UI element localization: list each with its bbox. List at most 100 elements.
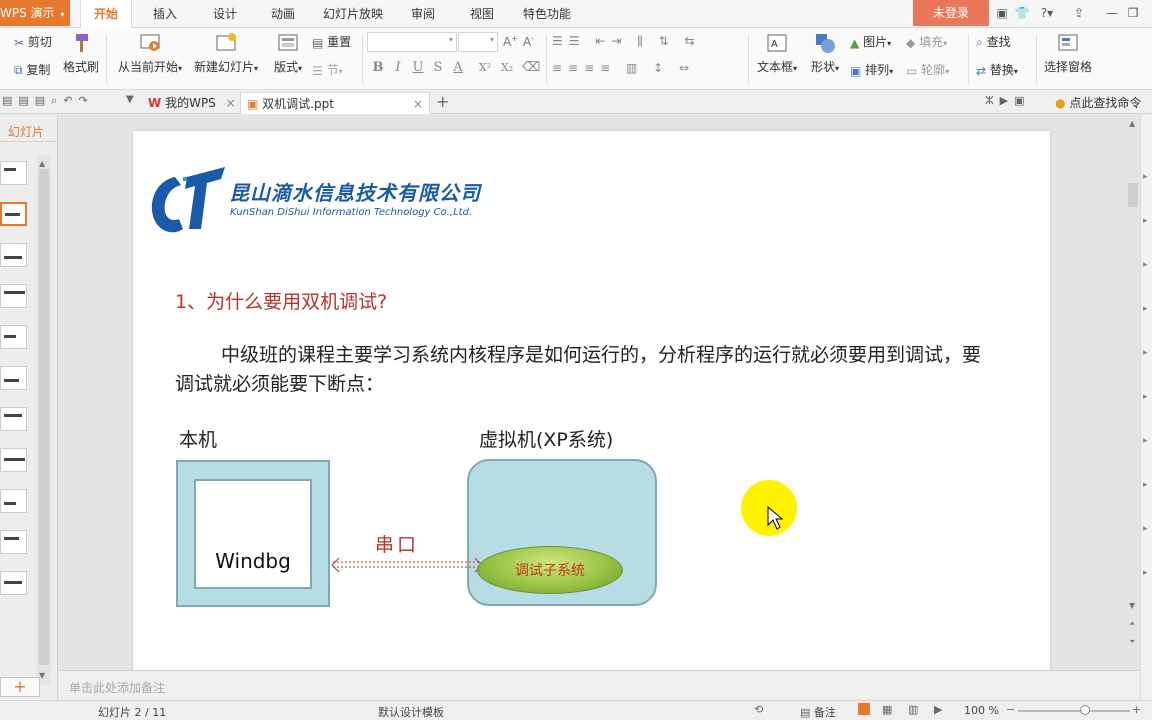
tab-slideshow[interactable]: 幻灯片放映 [320, 0, 386, 28]
slide-thumbnail[interactable] [0, 161, 27, 185]
tab-document[interactable]: ▣ 双机调试.ppt × [240, 92, 430, 114]
restore-icon[interactable]: ❐ [1124, 4, 1142, 22]
section-button[interactable]: ☰ 节▾ [312, 61, 343, 78]
restore-history-icon[interactable]: ⟲ [754, 703, 763, 716]
shirt-icon[interactable]: 👕 [1013, 4, 1031, 22]
close-icon[interactable]: × [226, 96, 236, 110]
format-painter-button[interactable]: 格式刷 [62, 32, 100, 75]
quick-access-icons[interactable]: ▤▤▤⌕↶↷ [2, 94, 94, 108]
subscript-button[interactable]: X₂ [496, 60, 518, 76]
notes-toggle[interactable]: ▤ 备注 [800, 704, 836, 720]
layout-button[interactable]: 版式▾ [268, 32, 308, 75]
grow-font-button[interactable]: A+ [503, 34, 518, 49]
font-color-button[interactable]: A [450, 60, 466, 76]
minimize-icon[interactable]: — [1103, 4, 1121, 22]
app-menu-button[interactable]: WPS 演示 ▾ [0, 0, 70, 26]
close-icon[interactable]: × [413, 93, 423, 115]
skin-icon[interactable]: ▣ [993, 4, 1011, 22]
serial-port-label: 串口 [375, 534, 420, 556]
new-tab-icon[interactable]: + [436, 92, 449, 111]
zoom-in-icon[interactable]: + [1132, 703, 1141, 716]
reset-button[interactable]: ▤ 重置 [312, 33, 351, 50]
serial-connection-arrow[interactable] [329, 555, 489, 575]
notes-area[interactable]: 单击此处添加备注 [59, 670, 1140, 700]
shape-button[interactable]: 形状▾ [806, 32, 844, 75]
zoom-slider-track[interactable] [1018, 710, 1130, 712]
slide-thumbnail[interactable] [0, 407, 27, 431]
slide[interactable]: 昆山滴水信息技术有限公司 KunShan DiShui Information … [133, 131, 1050, 670]
sidebar-tool-icons[interactable]: ▸ ▸ ▸ ▸ ▸ ▸ ▸ ▸ ▸ ▸ [1143, 155, 1148, 595]
vm-label[interactable]: 虚拟机(XP系统) [479, 425, 613, 452]
copy-button[interactable]: ⧉ 复制 [14, 61, 50, 78]
shrink-font-button[interactable]: A- [523, 34, 534, 49]
slide-heading[interactable]: 1、为什么要用双机调试? [175, 287, 387, 314]
add-slide-button[interactable]: + [0, 677, 40, 697]
new-slide-button[interactable]: 新建幻灯片▾ [192, 32, 260, 75]
slide-thumbnail[interactable] [0, 366, 27, 390]
chevron-down-icon[interactable]: ▼ [126, 94, 134, 105]
prev-slide-icon[interactable]: ⏶ [1129, 619, 1135, 629]
tab-animation[interactable]: 动画 [258, 0, 308, 28]
canvas-scrollbar[interactable]: ▲ ▼ ⏶ ⏷ [1126, 115, 1140, 670]
tab-special[interactable]: 特色功能 [518, 0, 576, 28]
outline-button[interactable]: ▭ 轮廓▾ [906, 61, 949, 78]
slides-panel-tab[interactable]: 幻灯片 [8, 123, 44, 140]
italic-button[interactable]: I [390, 60, 406, 76]
arrange-button[interactable]: ▣ 排列▾ [850, 61, 893, 78]
login-button[interactable]: 未登录 [913, 0, 989, 26]
play-from-current-button[interactable]: 从当前开始▾ [116, 32, 184, 75]
paragraph-list-icons[interactable]: ☰☰ ⇤⇥ ⫼ ⇅ ⇆ [552, 34, 742, 48]
slide-paragraph[interactable]: 中级班的课程主要学习系统内核程序是如何运行的，分析程序的运行就必须要用到调试，要… [175, 341, 995, 399]
scroll-thumb[interactable] [39, 169, 49, 665]
command-search[interactable]: ● 点此查找命令 [1055, 94, 1141, 111]
scroll-thumb[interactable] [1128, 183, 1138, 207]
zoom-slider-handle[interactable] [1080, 705, 1090, 715]
slide-thumbnail[interactable] [0, 489, 27, 513]
normal-view-icon[interactable] [858, 703, 870, 715]
replace-button[interactable]: ⇄ 替换▾ [976, 61, 1018, 78]
zoom-level[interactable]: 100 % [964, 704, 999, 717]
underline-button[interactable]: U [410, 60, 426, 76]
paragraph-align-icons[interactable]: ≡≡≡≡ ▥ ↕ ⇔ [552, 61, 742, 75]
upload-icon[interactable]: ⇪ [1070, 4, 1088, 22]
font-name-select[interactable]: ▾ [367, 32, 457, 52]
fill-button[interactable]: ◆ 填充▾ [906, 33, 947, 50]
clear-format-icon[interactable]: ⌫ [522, 60, 540, 76]
slide-thumbnail[interactable] [0, 325, 27, 349]
template-name[interactable]: 默认设计模板 [378, 704, 444, 720]
tab-view[interactable]: 视图 [457, 0, 507, 28]
slide-thumbnail[interactable] [0, 243, 27, 267]
slide-thumbnail[interactable] [0, 284, 27, 308]
tab-design[interactable]: 设计 [200, 0, 250, 28]
find-button[interactable]: ⌕ 查找 [976, 33, 1011, 50]
font-size-select[interactable]: ▾ [458, 32, 498, 52]
slide-thumbnail[interactable] [0, 448, 27, 472]
picture-button[interactable]: ▲ 图片▾ [850, 33, 891, 50]
tab-tool-icons[interactable]: ⵣ▶▣ [985, 94, 1031, 107]
help-icon[interactable]: ?▾ [1035, 4, 1059, 22]
reading-view-icon[interactable]: ▥ [908, 703, 918, 716]
next-slide-icon[interactable]: ⏷ [1129, 637, 1135, 647]
tab-review[interactable]: 审阅 [398, 0, 448, 28]
thumbnail-scrollbar[interactable]: ▲ ▼ [37, 155, 51, 685]
strikethrough-button[interactable]: S [430, 60, 446, 76]
slide-thumbnail[interactable] [0, 202, 27, 226]
textbox-button[interactable]: A 文本框▾ [754, 32, 800, 75]
scroll-down-icon[interactable]: ▼ [1129, 601, 1135, 610]
zoom-out-icon[interactable]: − [1006, 703, 1015, 716]
slide-thumbnail[interactable] [0, 530, 27, 554]
tab-my-wps[interactable]: W 我的WPS × [142, 92, 238, 114]
superscript-button[interactable]: X² [474, 60, 496, 76]
host-label[interactable]: 本机 [179, 425, 217, 452]
thumbnail-preview [4, 256, 22, 259]
slideshow-view-icon[interactable]: ▶ [934, 703, 942, 716]
bold-button[interactable]: B [370, 60, 386, 76]
sorter-view-icon[interactable]: ▦ [882, 703, 892, 716]
slide-thumbnail[interactable] [0, 571, 27, 595]
tab-insert[interactable]: 插入 [140, 0, 190, 28]
cut-button[interactable]: ✂ 剪切 [14, 33, 52, 50]
scroll-up-icon[interactable]: ▲ [39, 159, 45, 168]
selection-pane-button[interactable]: 选择窗格 [1042, 32, 1094, 75]
scroll-up-icon[interactable]: ▲ [1129, 119, 1135, 128]
tab-home[interactable]: 开始 [80, 0, 132, 28]
